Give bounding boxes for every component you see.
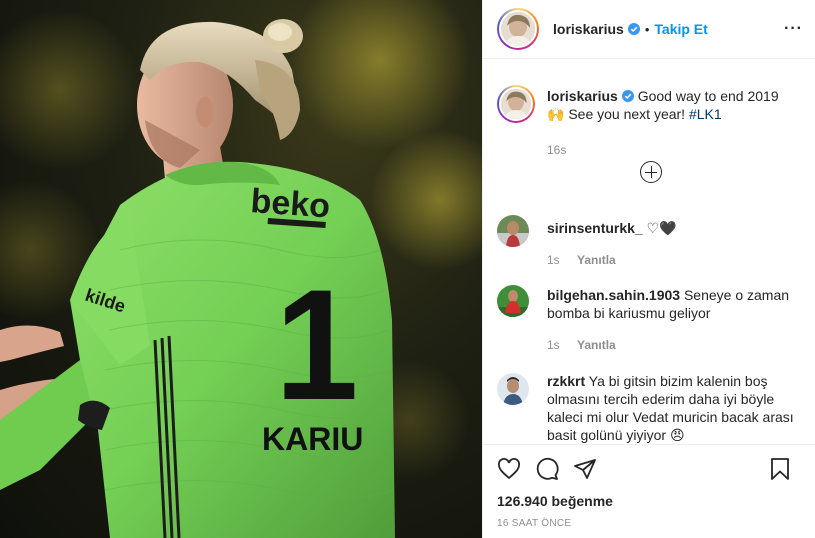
bookmark-icon[interactable] [769,457,791,484]
author-avatar-image [501,12,535,46]
comment-item: sirinsenturkk_ ♡🖤 1s Yanıtla [497,215,801,269]
heart-icon[interactable] [497,457,521,481]
commenter-avatar[interactable] [497,285,529,317]
more-options-icon[interactable]: ··· [784,20,803,38]
commenter-avatar-image [497,373,529,405]
jersey-name: KARIU [262,421,363,457]
comment-text: ♡🖤 [646,220,677,236]
plus-circle-icon[interactable] [640,161,662,183]
verified-badge-icon [621,90,634,102]
caption-emoji: 🙌 [547,106,565,122]
goalkeeper-photo: beko 1 KARIU kilde [0,0,482,538]
post-actions: 126.940 beğenme 16 SAAT ÖNCE [483,444,815,538]
caption-text-line1: Good way to end 2019 [637,88,779,104]
jersey-brand: beko [249,182,331,225]
commenter-avatar-image [497,215,529,247]
comment-username[interactable]: bilgehan.sahin.1903 [547,287,680,303]
jersey-number: 1 [275,257,358,433]
comments-list[interactable]: loriskarius Good way to end 2019 🙌 See y… [483,60,815,444]
header-separator: • [644,21,650,37]
comment-item: bilgehan.sahin.1903 Seneye o zaman bomba… [497,285,801,354]
post-time-ago[interactable]: 16 SAAT ÖNCE [497,518,801,529]
post-sidebar: loriskarius • Takip Et ··· loriskarius G… [482,0,815,538]
likes-count[interactable]: 126.940 beğenme [497,493,801,509]
caption-hashtag[interactable]: #LK1 [689,106,722,122]
post-photo[interactable]: beko 1 KARIU kilde [0,0,482,538]
commenter-avatar[interactable] [497,215,529,247]
comment-username[interactable]: sirinsenturkk_ [547,220,643,236]
verified-badge-icon [627,23,640,35]
caption-username[interactable]: loriskarius [547,88,618,104]
reply-button[interactable]: Yanıtla [577,253,616,267]
follow-button[interactable]: Takip Et [654,21,707,37]
reply-button[interactable]: Yanıtla [577,338,616,352]
caption-time[interactable]: 16s [547,143,566,157]
comment-icon[interactable] [535,457,559,481]
post-caption: loriskarius Good way to end 2019 🙌 See y… [497,60,801,159]
caption-text-line2: See you next year! [568,106,686,122]
paper-plane-icon[interactable] [573,457,597,481]
comment-time[interactable]: 1s [547,253,560,267]
author-avatar[interactable] [497,8,539,50]
header-username[interactable]: loriskarius [553,21,624,37]
post-header: loriskarius • Takip Et ··· [483,0,815,59]
caption-avatar-image [501,89,531,119]
comment-item: rzkkrt Ya bi gitsin bizim kalenin boş ol… [497,373,801,444]
caption-avatar[interactable] [497,85,535,123]
comment-username[interactable]: rzkkrt [547,373,585,389]
commenter-avatar-image [497,285,529,317]
comment-time[interactable]: 1s [547,338,560,352]
commenter-avatar[interactable] [497,373,529,405]
